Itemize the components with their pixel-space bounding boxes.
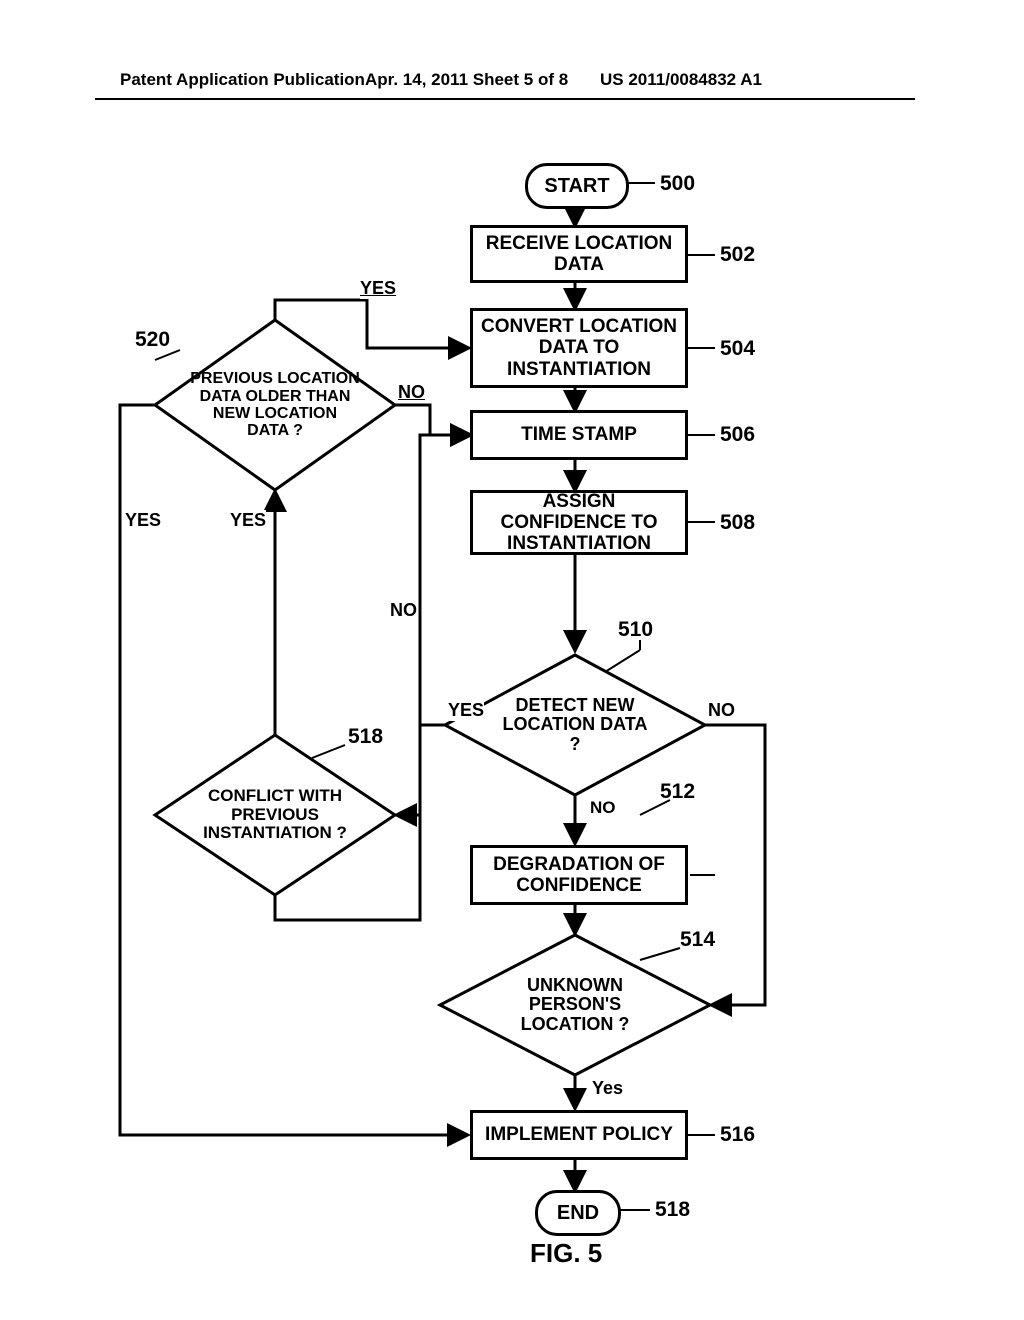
figure-label: FIG. 5 [530,1238,602,1269]
edge-520-yes-left: YES [125,510,161,531]
edge-510-no-bottom: NO [590,798,616,818]
decision-detect-new-location-data: DETECT NEW LOCATION DATA ? [495,678,655,772]
edge-518-yes: YES [230,510,266,531]
convert-label: CONVERT LOCATION DATA TO INSTANTIATION [479,316,679,380]
ref-506: 506 [720,423,755,447]
edge-510-yes: YES [448,700,484,721]
degrade-label: DEGRADATION OF CONFIDENCE [479,854,679,897]
edge-520-no: NO [398,382,425,403]
end-label: END [557,1202,599,1225]
ref-512: 512 [660,780,695,804]
ref-508: 508 [720,511,755,535]
header-pub-number: US 2011/0084832 A1 [600,70,762,90]
start-label: START [544,175,609,198]
ref-510: 510 [618,618,653,642]
previous-label: PREVIOUS LOCATION DATA OLDER THAN NEW LO… [190,370,360,439]
ref-502: 502 [720,243,755,267]
unknown-label: UNKNOWN PERSON'S LOCATION ? [492,976,658,1034]
edge-520-yes-top: YES [360,278,396,299]
receive-label: RECEIVE LOCATION DATA [479,233,679,276]
terminator-start: START [525,163,629,209]
ref-516: 516 [720,1123,755,1147]
process-assign-confidence: ASSIGN CONFIDENCE TO INSTANTIATION [470,490,688,555]
ref-504: 504 [720,337,755,361]
process-receive-location-data: RECEIVE LOCATION DATA [470,225,688,283]
edge-514-yes: Yes [592,1078,623,1099]
ref-500: 500 [660,172,695,196]
assign-label: ASSIGN CONFIDENCE TO INSTANTIATION [479,491,679,555]
edge-510-no-right: NO [708,700,735,721]
decision-unknown-persons-location: UNKNOWN PERSON'S LOCATION ? [492,958,658,1052]
conflict-label: CONFLICT WITH PREVIOUS INSTANTIATION ? [195,787,355,842]
decision-previous-location-data-older: PREVIOUS LOCATION DATA OLDER THAN NEW LO… [190,338,360,472]
ref-518-end: 518 [655,1198,690,1222]
timestamp-label: TIME STAMP [521,424,637,445]
edge-518-no: NO [390,600,417,621]
header-rule [95,98,915,100]
process-degradation-of-confidence: DEGRADATION OF CONFIDENCE [470,845,688,905]
implement-label: IMPLEMENT POLICY [485,1124,673,1145]
detect-label: DETECT NEW LOCATION DATA ? [495,696,655,754]
process-convert-location-data: CONVERT LOCATION DATA TO INSTANTIATION [470,308,688,388]
decision-conflict-with-previous-instantiation: CONFLICT WITH PREVIOUS INSTANTIATION ? [195,762,355,868]
process-time-stamp: TIME STAMP [470,410,688,460]
ref-514: 514 [680,928,715,952]
header-publication: Patent Application Publication [120,70,365,90]
process-implement-policy: IMPLEMENT POLICY [470,1110,688,1160]
ref-520: 520 [135,328,170,352]
terminator-end: END [535,1190,621,1236]
ref-518: 518 [348,725,383,749]
header-date-sheet: Apr. 14, 2011 Sheet 5 of 8 [365,70,568,90]
